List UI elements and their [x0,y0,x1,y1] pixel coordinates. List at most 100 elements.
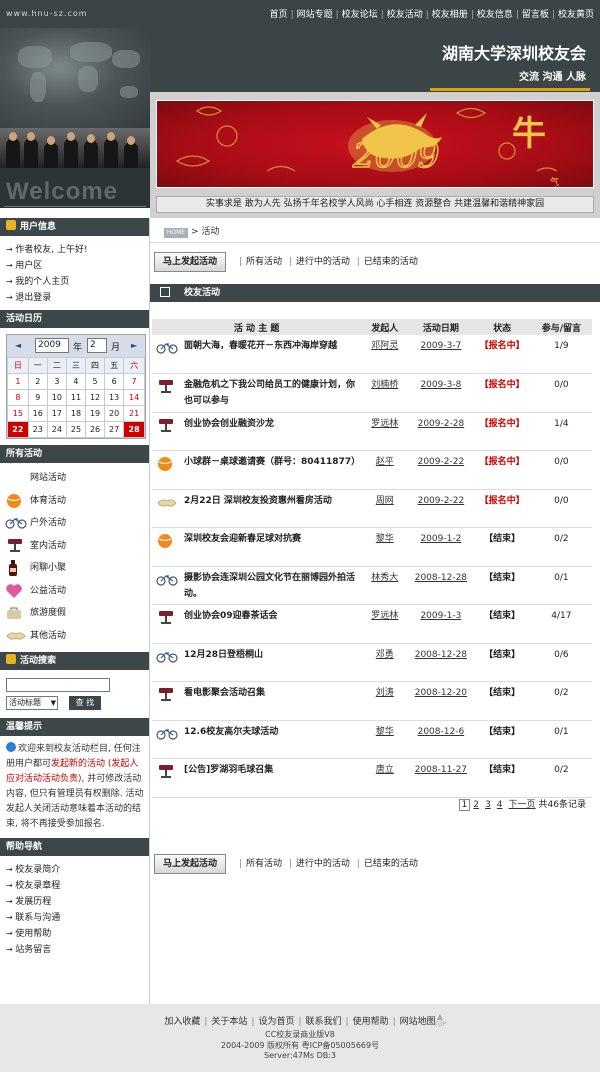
calendar-year-field[interactable]: 2009 [35,338,69,353]
activity-initiator-link[interactable]: 唐立 [361,758,409,798]
activity-date[interactable]: 2009-2-22 [408,450,474,490]
top-nav-item[interactable]: 首页 [270,10,288,20]
launch-activity-button[interactable]: 马上发起活动 [154,252,227,272]
activity-initiator-link[interactable]: 邓阿灵 [361,335,409,374]
activity-category-link[interactable]: 室内活动 [0,535,149,558]
calendar-month-field[interactable]: 2 [87,338,107,353]
search-field-select[interactable]: 活动标题 [6,696,58,710]
activity-initiator-link[interactable]: 黎华 [361,720,409,759]
help-nav-item[interactable]: 联系与沟通 [6,910,149,926]
activity-date[interactable]: 2008-12-20 [408,681,474,721]
prev-month-icon[interactable]: ◄ [15,341,21,350]
activity-category-link[interactable]: 旅游度假 [0,602,149,625]
activity-title-link[interactable]: 12.6校友高尔夫球活动 [184,727,278,737]
activity-initiator-link[interactable]: 周网 [361,489,409,528]
activity-date[interactable]: 2009-1-2 [408,527,474,567]
calendar-day[interactable]: 22 [7,421,29,438]
calendar-day[interactable]: 19 [84,405,106,422]
activity-title-link[interactable]: 2月22日 深圳校友投资惠州看房活动 [184,496,332,506]
calendar-day[interactable]: 3 [46,373,67,390]
activity-title-link[interactable]: 深圳校友会迎新春足球对抗赛 [184,534,301,544]
activity-title-link[interactable]: 创业协会09迎春茶话会 [184,611,278,621]
calendar-day[interactable]: 5 [84,373,106,390]
footer-link[interactable]: 加入收藏 [164,1017,200,1027]
user-menu-item[interactable]: 用户区 [6,258,149,274]
activity-date[interactable]: 2009-2-22 [408,489,474,528]
activity-initiator-link[interactable]: 邓勇 [361,643,409,682]
activity-date[interactable]: 2008-12-28 [408,566,474,605]
page-number-link[interactable]: 1 [458,799,471,811]
top-nav-item[interactable]: 校友论坛 [342,10,378,20]
activity-title-link[interactable]: 创业协会创业融资沙龙 [184,419,274,429]
activity-initiator-link[interactable]: 罗远林 [361,604,409,644]
calendar-day[interactable]: 7 [123,373,145,390]
top-nav-item[interactable]: 网站专题 [297,10,333,20]
calendar-day[interactable]: 25 [65,421,87,438]
activity-date[interactable]: 2008-12-6 [408,720,474,759]
page-number-link[interactable]: 3 [485,800,491,810]
top-nav-item[interactable]: 校友活动 [387,10,423,20]
activity-date[interactable]: 2008-11-27 [408,758,474,798]
calendar-day[interactable]: 20 [104,405,125,422]
top-nav-item[interactable]: 校友相册 [432,10,468,20]
page-number-link[interactable]: 2 [473,800,479,810]
calendar-day[interactable]: 14 [123,389,145,406]
filter-ended-link[interactable]: 已结束的活动 [364,257,418,267]
activity-date[interactable]: 2009-3-8 [408,373,474,413]
calendar-day[interactable]: 12 [84,389,106,406]
filter-all-link[interactable]: 所有活动 [246,859,282,869]
footer-link[interactable]: 使用帮助 [353,1017,389,1027]
activity-date[interactable]: 2009-2-28 [408,412,474,451]
activity-category-link[interactable]: 公益活动 [0,580,149,603]
calendar-day[interactable]: 1 [7,373,29,390]
footer-link[interactable]: 设为首页 [258,1017,294,1027]
filter-all-link[interactable]: 所有活动 [246,257,282,267]
activity-date[interactable]: 2009-1-3 [408,604,474,644]
calendar-day[interactable]: 28 [123,421,145,438]
calendar-day[interactable]: 17 [46,405,67,422]
calendar-day[interactable]: 15 [7,405,29,422]
activity-title-link[interactable]: 12月28日登梧桐山 [184,650,263,660]
search-input[interactable] [6,678,110,692]
calendar-day[interactable]: 21 [123,405,145,422]
activity-title-link[interactable]: 小球群－桌球邀请赛（群号：80411877） [184,457,360,467]
calendar-day[interactable]: 6 [104,373,125,390]
calendar-day[interactable]: 13 [104,389,125,406]
user-menu-item[interactable]: 退出登录 [6,290,149,306]
breadcrumb-home[interactable]: HOME [164,228,188,238]
calendar-day[interactable]: 4 [65,373,87,390]
filter-ended-link[interactable]: 已结束的活动 [364,859,418,869]
help-nav-item[interactable]: 使用帮助 [6,926,149,942]
filter-ongoing-link[interactable]: 进行中的活动 [296,257,350,267]
calendar-day[interactable]: 24 [46,421,67,438]
next-month-icon[interactable]: ► [131,341,137,350]
footer-link[interactable]: 网站地图 [400,1017,436,1027]
activity-initiator-link[interactable]: 刘楠桥 [361,373,409,413]
filter-ongoing-link[interactable]: 进行中的活动 [296,859,350,869]
calendar-day[interactable]: 27 [104,421,125,438]
activity-category-link[interactable]: 体育活动 [0,490,149,513]
activity-initiator-link[interactable]: 黎华 [361,527,409,567]
calendar-day[interactable]: 11 [65,389,87,406]
activity-initiator-link[interactable]: 林秀大 [361,566,409,605]
activity-title-link[interactable]: 金融危机之下我公司给员工的健康计划，你也可以参与 [184,380,355,406]
calendar-day[interactable]: 16 [27,405,48,422]
next-page-link[interactable]: 下一页 [509,797,536,810]
footer-link[interactable]: 关于本站 [211,1017,247,1027]
launch-activity-button[interactable]: 马上发起活动 [154,854,227,874]
search-button[interactable]: 查 找 [68,696,101,710]
back-to-top-link[interactable]: ▲ TOP [434,1012,446,1028]
activity-category-link[interactable]: 其他活动 [0,625,149,648]
page-number-link[interactable]: 4 [497,800,503,810]
calendar-day[interactable]: 9 [27,389,48,406]
calendar-day[interactable]: 10 [46,389,67,406]
calendar-day[interactable]: 8 [7,389,29,406]
activity-title-link[interactable]: 看电影聚会活动召集 [184,688,265,698]
calendar-day[interactable]: 23 [27,421,48,438]
website-activities-link[interactable]: 网站活动 [0,467,149,490]
activity-title-link[interactable]: 摄影协会连深圳公园文化节在丽博园外拍活动。 [184,573,355,599]
activity-date[interactable]: 2009-3-7 [408,335,474,374]
user-menu-item[interactable]: 我的个人主页 [6,274,149,290]
footer-link[interactable]: 联系我们 [306,1017,342,1027]
calendar-day[interactable]: 18 [65,405,87,422]
